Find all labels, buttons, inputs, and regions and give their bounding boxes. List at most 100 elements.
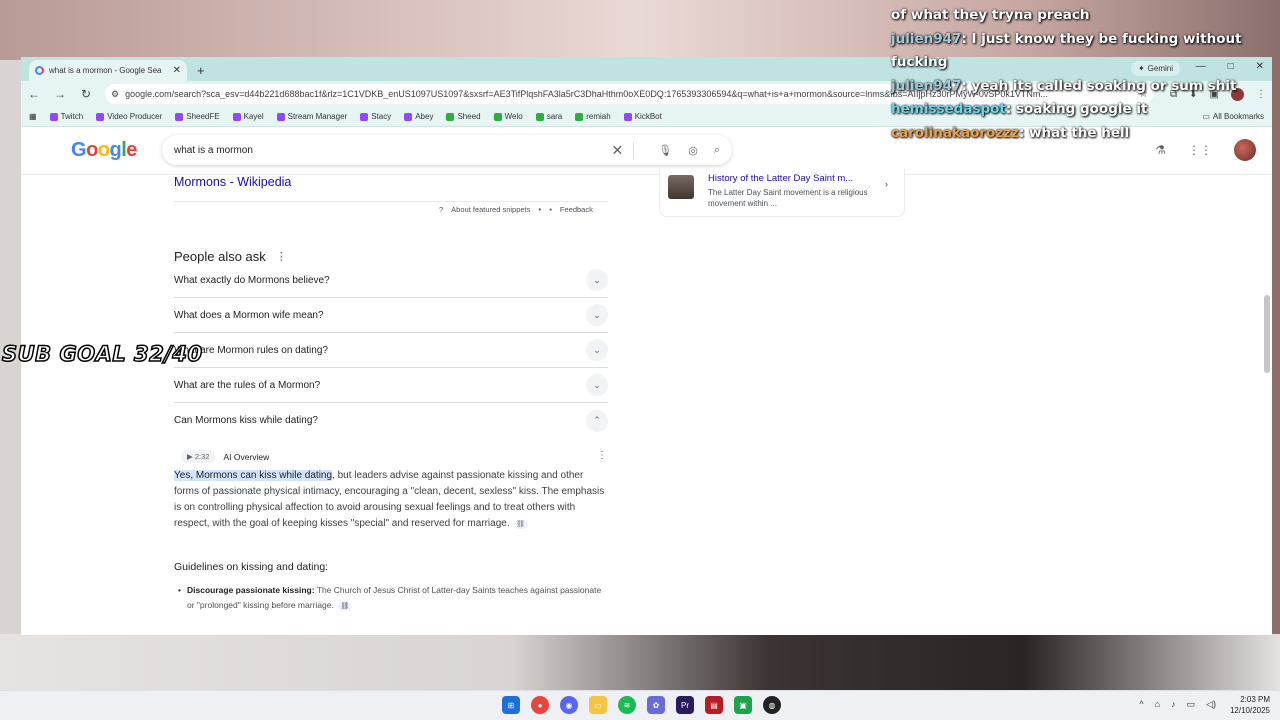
bookmark-sheedfe[interactable]: SheedFE xyxy=(175,112,220,121)
wikipedia-result-link[interactable]: Mormons - Wikipedia xyxy=(174,175,291,189)
help-icon: ? xyxy=(439,205,444,214)
guideline-bullet: Discourage passionate kissing: The Churc… xyxy=(178,583,607,613)
clear-search-icon[interactable]: ✕ xyxy=(612,141,635,159)
page-scrollbar[interactable] xyxy=(1264,295,1270,373)
card-thumbnail xyxy=(668,175,694,199)
about-featured-snippets-link[interactable]: About featured snippets xyxy=(451,205,530,214)
spotify-icon[interactable]: ≋ xyxy=(618,696,636,714)
apps-grid-icon[interactable]: ▦ xyxy=(29,112,37,121)
network-icon[interactable]: ⌂ xyxy=(1155,699,1160,710)
google-favicon-icon xyxy=(35,66,44,75)
ai-answer-text: Yes, Mormons can kiss while dating, but … xyxy=(174,470,605,529)
twitch-icon xyxy=(623,112,632,121)
back-arrow-icon[interactable]: ← xyxy=(27,87,41,101)
windows-start-icon[interactable]: ⊞ xyxy=(502,696,520,714)
twitch-icon xyxy=(96,112,105,121)
tab-close-button[interactable]: ✕ xyxy=(173,65,181,76)
bookmark-welo[interactable]: Welo xyxy=(493,112,523,121)
ai-overview-header: ▶ 2:32 AI Overview xyxy=(181,450,269,463)
feedback-link[interactable]: Feedback xyxy=(560,205,593,214)
chat-username: julien947 xyxy=(891,30,962,47)
twitch-icon xyxy=(276,112,285,121)
apps-grid-icon[interactable]: ⋮⋮ xyxy=(1188,143,1212,157)
file-explorer-icon[interactable]: ▭ xyxy=(589,696,607,714)
forward-arrow-icon[interactable]: → xyxy=(53,87,67,101)
obs-icon[interactable]: ◍ xyxy=(763,696,781,714)
twitch-icon xyxy=(49,112,58,121)
chevron-down-icon[interactable]: ⌄ xyxy=(586,269,608,291)
bookmark-stacy[interactable]: Stacy xyxy=(360,112,391,121)
discord-icon[interactable]: ◉ xyxy=(560,696,578,714)
search-results: Mormons - Wikipedia ? About featured sni… xyxy=(21,169,1272,625)
bookmark-video-producer[interactable]: Video Producer xyxy=(96,112,162,121)
search-icon[interactable]: ⌕ xyxy=(714,144,720,157)
labs-flask-icon[interactable]: ⚗ xyxy=(1155,143,1166,157)
sub-goal-overlay: SUB GOAL 32/40 xyxy=(1,341,203,367)
app-icon[interactable]: ▣ xyxy=(734,696,752,714)
more-options-icon[interactable]: ⋮ xyxy=(276,250,287,263)
bookmark-abey[interactable]: Abey xyxy=(404,112,433,121)
highlighted-answer: Yes, Mormons can kiss while dating xyxy=(174,470,333,481)
microphone-icon[interactable]: 🎙 xyxy=(658,144,672,157)
paa-question-expanded[interactable]: Can Mormons kiss while dating? ⌃ xyxy=(174,403,608,438)
bookmark-sara[interactable]: sara xyxy=(535,112,562,121)
kick-icon xyxy=(446,112,455,121)
google-logo[interactable]: Google xyxy=(71,139,137,162)
twitch-icon xyxy=(175,112,184,121)
ai-overview-label: AI Overview xyxy=(223,451,270,462)
feedback-icon: ▪ xyxy=(549,205,552,214)
chevron-down-icon[interactable]: ⌄ xyxy=(586,374,608,396)
chevron-down-icon[interactable]: ⌄ xyxy=(586,339,608,361)
divider xyxy=(174,201,608,202)
search-input[interactable]: what is a mormon ✕ 🎙 ◎ ⌕ xyxy=(162,135,732,165)
bookmark-kickbot[interactable]: KickBot xyxy=(623,112,662,121)
stream-chat-overlay: of what they tryna preach julien947: I j… xyxy=(891,4,1271,145)
stream-background-bottom xyxy=(0,634,1280,690)
chat-username: julien947 xyxy=(891,77,962,94)
kick-icon xyxy=(493,112,502,121)
bookmark-kayel[interactable]: Kayel xyxy=(232,112,264,121)
chat-message: julien947: yeah its called soaking or su… xyxy=(891,77,1237,94)
volume-icon[interactable]: ◁) xyxy=(1206,699,1216,710)
system-tray: ^ ⌂ ♪ ▭ ◁) xyxy=(1139,699,1216,710)
app-icon[interactable]: ▤ xyxy=(705,696,723,714)
system-clock[interactable]: 2:03 PM 12/10/2025 xyxy=(1230,694,1270,716)
card-title[interactable]: History of the Latter Day Saint m... xyxy=(708,173,868,184)
link-icon[interactable]: ⛓ xyxy=(513,520,528,529)
paa-question[interactable]: What are Mormon rules on dating? ⌄ xyxy=(174,333,608,368)
bookmark-sheed[interactable]: Sheed xyxy=(446,112,481,121)
paa-question[interactable]: What exactly do Mormons believe? ⌄ xyxy=(174,263,608,298)
chat-message: carolinakaorozzz: what the hell xyxy=(891,124,1130,141)
knowledge-side-card[interactable]: History of the Latter Day Saint m... The… xyxy=(659,169,905,217)
featured-snippet-links: ? About featured snippets • ▪ Feedback xyxy=(439,205,593,214)
twitch-icon xyxy=(360,112,369,121)
chevron-down-icon[interactable]: ⌄ xyxy=(586,304,608,326)
display-icon[interactable]: ▭ xyxy=(1187,699,1196,710)
bookmark-remiah[interactable]: remiah xyxy=(575,112,611,121)
paa-question[interactable]: What does a Mormon wife mean? ⌄ xyxy=(174,298,608,333)
link-icon[interactable]: ⛓ xyxy=(337,602,352,611)
microphone-icon[interactable]: ♪ xyxy=(1171,699,1176,710)
guidelines-heading: Guidelines on kissing and dating: xyxy=(174,561,329,573)
chevron-up-icon[interactable]: ^ xyxy=(1139,699,1143,710)
premiere-icon[interactable]: Pr xyxy=(676,696,694,714)
chevron-right-icon[interactable]: › xyxy=(885,179,888,189)
copilot-icon[interactable]: ✿ xyxy=(647,696,665,714)
chrome-icon[interactable]: ● xyxy=(531,696,549,714)
ai-overview-menu-icon[interactable]: ⋮ xyxy=(597,450,607,461)
bookmark-stream-manager[interactable]: Stream Manager xyxy=(276,112,347,121)
chat-username: carolinakaorozzz xyxy=(891,124,1019,141)
paa-question[interactable]: What are the rules of a Mormon? ⌄ xyxy=(174,368,608,403)
tab-google-search[interactable]: what is a mormon - Google Sea ✕ xyxy=(29,60,187,81)
chevron-up-icon[interactable]: ⌃ xyxy=(586,409,608,432)
card-description: The Latter Day Saint movement is a relig… xyxy=(708,188,868,208)
play-audio-button[interactable]: ▶ 2:32 xyxy=(181,450,216,463)
new-tab-button[interactable]: + xyxy=(197,63,205,78)
lens-camera-icon[interactable]: ◎ xyxy=(688,144,698,157)
people-also-ask-heading: People also ask ⋮ xyxy=(174,249,287,264)
kick-icon xyxy=(535,112,544,121)
site-info-icon[interactable]: ⚙ xyxy=(111,89,119,100)
bookmark-twitch[interactable]: Twitch xyxy=(49,112,83,121)
reload-icon[interactable]: ↻ xyxy=(79,87,93,101)
tab-title: what is a mormon - Google Sea xyxy=(49,66,162,75)
